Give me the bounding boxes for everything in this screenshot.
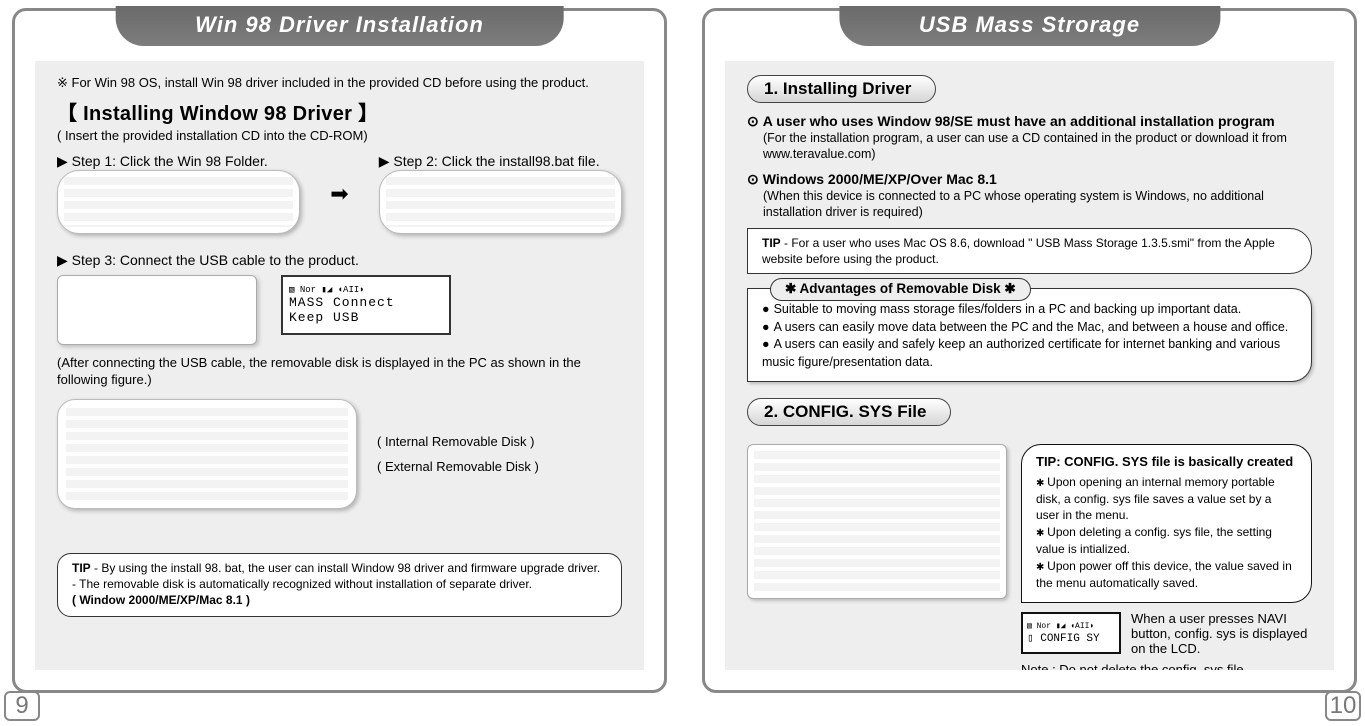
insert-cd-note: ( Insert the provided installation CD in… (57, 128, 622, 143)
left-page-body: ※ For Win 98 OS, install Win 98 driver i… (35, 61, 644, 670)
page-number-right: 10 (1325, 691, 1361, 721)
right-page: USB Mass Strorage 1. Installing Driver A… (702, 8, 1357, 693)
point-win2000: Windows 2000/ME/XP/Over Mac 8.1 (747, 171, 1312, 188)
advantage-3: A users can easily and safely keep an au… (762, 336, 1297, 371)
navi-text: When a user presses NAVI button, config.… (1131, 611, 1312, 656)
lcd-small-icons: ▧ Nor ▮◢ ◖AII◗ (1027, 621, 1115, 631)
lcd-small-line: ▯ CONFIG SY (1027, 631, 1115, 645)
section-1-installing-driver: 1. Installing Driver (747, 75, 936, 103)
tip-line2: - The removable disk is automatically re… (72, 577, 532, 591)
tip-mac-text: - For a user who uses Mac OS 8.6, downlo… (762, 236, 1275, 266)
step-1-label: Step 1: Click the Win 98 Folder. (57, 153, 300, 170)
tip-box-install98: TIP - By using the install 98. bat, the … (57, 553, 622, 618)
section-2-config-sys: 2. CONFIG. SYS File (747, 398, 951, 426)
advantage-2: A users can easily move data between the… (762, 319, 1297, 337)
step-2-label: Step 2: Click the install98.bat file. (379, 153, 622, 170)
config-tip-1: Upon opening an internal memory portable… (1036, 474, 1297, 525)
tip-config-title: TIP: CONFIG. SYS file is basically creat… (1036, 453, 1297, 471)
tip-mac-label: TIP (762, 236, 781, 250)
tip-mac-os86: TIP - For a user who uses Mac OS 8.6, do… (747, 228, 1312, 274)
point-win2000-sub: (When this device is connected to a PC w… (763, 188, 1312, 221)
navi-row: ▧ Nor ▮◢ ◖AII◗ ▯ CONFIG SY When a user p… (1021, 611, 1312, 656)
advantage-1: Suitable to moving mass storage files/fo… (762, 301, 1297, 319)
tip-line3: ( Window 2000/ME/XP/Mac 8.1 ) (72, 593, 250, 607)
page-number-left: 9 (4, 691, 40, 721)
right-page-body: 1. Installing Driver A user who uses Win… (725, 61, 1334, 670)
note-do-not-delete: Note : Do not delete the config. sys fil… (1021, 662, 1312, 670)
lcd-display-mass-connect: ▧ Nor ▮◢ ◖AII◗ MASS Connect Keep USB (281, 275, 451, 335)
tip-config-sys: TIP: CONFIG. SYS file is basically creat… (1021, 444, 1312, 602)
after-connecting-note: (After connecting the USB cable, the rem… (57, 355, 622, 389)
step-1-2-row: Step 1: Click the Win 98 Folder. ➡ Step … (57, 153, 622, 234)
tip-line1: - By using the install 98. bat, the user… (91, 561, 601, 575)
right-page-title: USB Mass Strorage (839, 6, 1220, 46)
left-page: Win 98 Driver Installation ※ For Win 98 … (12, 8, 667, 693)
lcd-line1: MASS Connect (289, 295, 443, 310)
lcd-display-config-sy: ▧ Nor ▮◢ ◖AII◗ ▯ CONFIG SY (1021, 612, 1121, 654)
lcd-line2: Keep USB (289, 310, 443, 325)
label-internal-disk: ( Internal Removable Disk ) (377, 434, 539, 449)
config-tip-2: Upon deleting a config. sys file, the se… (1036, 524, 1297, 558)
win98-top-note: ※ For Win 98 OS, install Win 98 driver i… (57, 75, 622, 91)
screenshot-config-sys (747, 444, 1007, 599)
left-page-title: Win 98 Driver Installation (115, 6, 564, 46)
advantages-box: ✱ Advantages of Removable Disk ✱ Suitabl… (747, 288, 1312, 382)
point-win98se: A user who uses Window 98/SE must have a… (747, 113, 1312, 130)
advantages-title: ✱ Advantages of Removable Disk ✱ (770, 278, 1031, 301)
screenshot-removable-disks (57, 399, 357, 509)
usb-connection-diagram (57, 275, 257, 345)
point-win98se-sub: (For the installation program, a user ca… (763, 130, 1312, 163)
arrow-icon: ➡ (330, 181, 348, 207)
lcd-status-icons: ▧ Nor ▮◢ ◖AII◗ (289, 285, 443, 295)
config-tip-3: Upon power off this device, the value sa… (1036, 558, 1297, 592)
installing-driver-heading: 【 Installing Window 98 Driver 】 (57, 97, 622, 126)
tip-label: TIP (72, 561, 91, 575)
screenshot-step1 (57, 170, 300, 234)
step-3-label: Step 3: Connect the USB cable to the pro… (57, 252, 622, 269)
screenshot-step2 (379, 170, 622, 234)
label-external-disk: ( External Removable Disk ) (377, 459, 539, 474)
